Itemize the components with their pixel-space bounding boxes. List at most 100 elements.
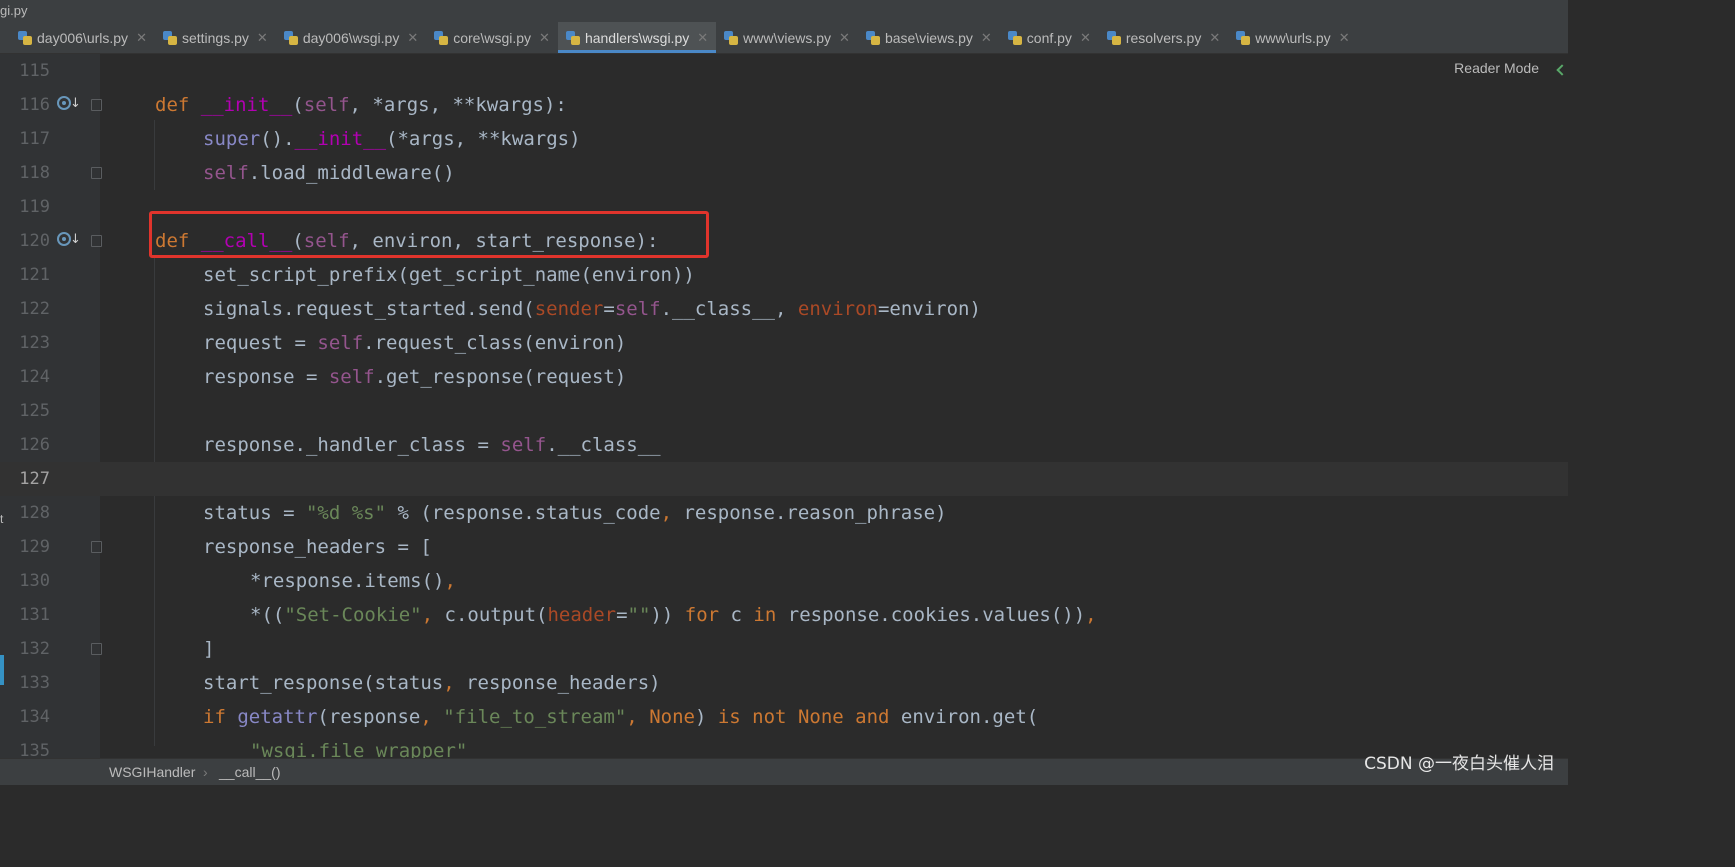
code-text: signals.request_started.send(sender=self… [203,298,981,320]
line-number: 132 [19,639,50,659]
code-line[interactable]: 126 response._handler_class = self.__cla… [0,428,1568,462]
code-text: set_script_prefix(get_script_name(enviro… [203,264,695,286]
python-file-icon [162,30,177,45]
code-line[interactable]: 118 self.load_middleware() [0,156,1568,190]
python-file-icon [724,30,739,45]
code-line[interactable]: 131 *(("Set-Cookie", c.output(header="")… [0,598,1568,632]
code-line[interactable]: 129 response_headers = [ [0,530,1568,564]
line-number: 120 [19,231,50,251]
fold-end-icon[interactable] [91,167,102,179]
chevron-right-icon: › [203,764,208,780]
close-icon[interactable]: ✕ [1339,30,1350,46]
tab-label: day006\urls.py [37,29,129,46]
breadcrumb-class[interactable]: WSGIHandler [109,759,195,785]
editor-tab-bar: day006\urls.py ✕ settings.py ✕ day006\wsgi… [0,22,1568,54]
line-number: 119 [19,197,50,217]
tab-settings[interactable]: settings.py ✕ [155,22,276,53]
watermark: CSDN @一夜白头催人泪 [1364,754,1554,774]
window-title: gi.py [0,3,28,18]
close-icon[interactable]: ✕ [697,30,708,46]
line-number: 117 [19,129,50,149]
close-icon[interactable]: ✕ [257,30,268,46]
close-icon[interactable]: ✕ [136,30,147,46]
python-file-icon [18,30,32,45]
code-line[interactable]: 133 start_response(status, response_head… [0,666,1568,700]
tab-core-wsgi[interactable]: core\wsgi.py ✕ [426,22,558,53]
tab-www-views[interactable]: www\views.py ✕ [716,22,858,53]
code-line[interactable]: 116 ↓ def __init__(self, *args, **kwargs… [0,88,1568,122]
line-number: 133 [19,673,50,693]
python-file-icon [1236,30,1251,45]
code-line[interactable]: 121 set_script_prefix(get_script_name(en… [0,258,1568,292]
line-number: 118 [19,163,50,183]
line-number: 131 [19,605,50,625]
close-icon[interactable]: ✕ [839,30,850,46]
current-code-line[interactable]: 127 [0,462,1568,496]
code-line[interactable]: 122 signals.request_started.send(sender=… [0,292,1568,326]
tab-label: base\views.py [884,29,973,46]
fold-icon[interactable] [91,99,102,111]
code-line[interactable]: 132 ] [0,632,1568,666]
code-text: *(("Set-Cookie", c.output(header="")) fo… [250,604,1097,626]
code-text: start_response(status, response_headers) [203,672,661,694]
fold-icon[interactable] [91,541,102,553]
overrides-method-icon[interactable]: ↓ [57,96,81,114]
close-icon[interactable]: ✕ [539,30,550,46]
code-text: response = self.get_response(request) [203,366,627,388]
tab-label: resolvers.py [1125,29,1202,46]
tab-day006-urls[interactable]: day006\urls.py ✕ [10,22,155,53]
line-number: 123 [19,333,50,353]
python-file-icon [565,30,580,45]
code-text: response._handler_class = self.__class__ [203,434,661,456]
reader-mode-toggle[interactable]: Reader Mode [1454,60,1539,76]
line-number: 129 [19,537,50,557]
line-number: 122 [19,299,50,319]
close-icon[interactable]: ✕ [1080,30,1091,46]
red-annotation-box [149,211,709,258]
line-number: 134 [19,707,50,727]
tab-label: settings.py [181,29,249,46]
tab-handlers-wsgi[interactable]: handlers\wsgi.py ✕ [557,22,717,53]
code-text: response_headers = [ [203,536,432,558]
line-number: 125 [19,401,50,421]
python-file-icon [1007,30,1022,45]
close-icon[interactable]: ✕ [1209,30,1220,46]
python-file-icon [865,30,880,45]
code-line[interactable]: 125 [0,394,1568,428]
tab-label: www\urls.py [1255,29,1331,46]
line-number: 124 [19,367,50,387]
line-number: 130 [19,571,50,591]
overrides-method-icon[interactable]: ↓ [57,232,81,250]
code-line[interactable]: 115 [0,54,1568,88]
code-line[interactable]: 124 response = self.get_response(request… [0,360,1568,394]
line-number: 121 [19,265,50,285]
code-text: self.load_middleware() [203,162,455,184]
tab-label: conf.py [1026,29,1072,46]
code-text: ] [203,638,215,660]
code-line[interactable]: 117 super().__init__(*args, **kwargs) [0,122,1568,156]
tab-resolvers[interactable]: resolvers.py ✕ [1099,22,1228,53]
tab-label: core\wsgi.py [453,29,532,46]
fold-end-icon[interactable] [91,643,102,655]
code-text: def __init__(self, *args, **kwargs): [155,94,567,116]
side-panel-indicator [0,655,4,685]
close-icon[interactable]: ✕ [407,30,418,46]
tab-www-urls[interactable]: www\urls.py ✕ [1228,22,1357,53]
python-file-icon [434,30,449,45]
tab-day006-wsgi[interactable]: day006\wsgi.py ✕ [276,22,426,53]
python-file-icon [283,30,298,45]
code-line[interactable]: 134 if getattr(response, "file_to_stream… [0,700,1568,734]
tab-base-views[interactable]: base\views.py ✕ [858,22,1000,53]
code-line[interactable]: 130 *response.items(), [0,564,1568,598]
close-icon[interactable]: ✕ [981,30,992,46]
line-number: 115 [19,61,50,81]
tab-label: handlers\wsgi.py [584,29,690,46]
line-number: 116 [19,95,50,115]
breadcrumb: WSGIHandler › __call__() [0,758,1568,785]
line-number: 126 [19,435,50,455]
code-line[interactable]: 123 request = self.request_class(environ… [0,326,1568,360]
breadcrumb-method[interactable]: __call__() [219,759,280,785]
tab-conf[interactable]: conf.py ✕ [1000,22,1099,53]
fold-icon[interactable] [91,235,102,247]
code-line[interactable]: 128 status = "%d %s" % (response.status_… [0,496,1568,530]
